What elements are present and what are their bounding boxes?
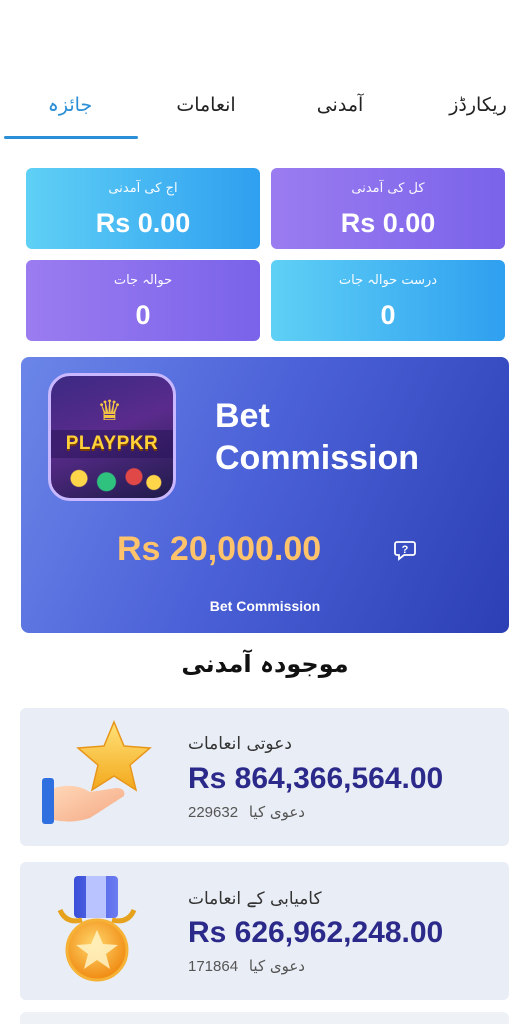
claimed-label: دعوی کیا xyxy=(248,803,305,821)
question-bubble-icon[interactable]: ? xyxy=(393,538,417,562)
banner-amount: Rs 20,000.00 xyxy=(117,530,322,568)
achievement-rewards-title: کامیابی کے انعامات xyxy=(188,889,322,909)
logo-text: PLAYPKR xyxy=(51,430,173,458)
claimed-count: 171864 xyxy=(188,958,239,975)
app-logo: ♛ PLAYPKR xyxy=(48,373,176,501)
svg-text:?: ? xyxy=(402,544,409,556)
invite-rewards-claimed: 229632 دعوی کیا xyxy=(188,803,305,821)
valid-referrals-value: 0 xyxy=(380,300,396,330)
achievement-rewards-claimed: 171864 دعوی کیا xyxy=(188,957,305,975)
today-income-value: Rs 0.00 xyxy=(95,208,191,238)
total-income-label: کل کی آمدنی xyxy=(351,181,425,196)
referrals-card: حوالہ جات 0 xyxy=(26,260,260,341)
achievement-rewards-card[interactable]: کامیابی کے انعامات Rs 626,962,248.00 171… xyxy=(20,862,509,1000)
total-income-value: Rs 0.00 xyxy=(340,208,436,238)
claimed-label: دعوی کیا xyxy=(248,957,305,975)
valid-referrals-card: درست حوالہ جات 0 xyxy=(271,260,505,341)
coins-decoration xyxy=(57,458,167,492)
total-income-card: کل کی آمدنی Rs 0.00 xyxy=(271,168,505,249)
invite-rewards-amount: Rs 864,366,564.00 xyxy=(188,762,444,795)
bet-commission-banner[interactable]: ♛ PLAYPKR Bet Commission Rs 20,000.00 ? … xyxy=(21,357,509,633)
referrals-label: حوالہ جات xyxy=(113,273,173,288)
referrals-value: 0 xyxy=(135,300,151,330)
tab-overview[interactable]: جائزہ xyxy=(30,94,110,116)
achievement-rewards-amount: Rs 626,962,248.00 xyxy=(188,916,444,949)
tab-income[interactable]: آمدنی xyxy=(300,94,380,116)
valid-referrals-label: درست حوالہ جات xyxy=(338,273,438,288)
tab-records[interactable]: ریکارڈز xyxy=(438,94,518,116)
tab-rewards[interactable]: انعامات xyxy=(166,94,246,116)
invite-rewards-card[interactable]: دعوتی انعامات Rs 864,366,564.00 229632 د… xyxy=(20,708,509,846)
banner-subtitle: Bet Commission xyxy=(209,598,321,614)
today-income-label: اج کی آمدنی xyxy=(108,181,178,196)
star-hand-icon xyxy=(42,720,152,824)
tab-bar: ریکارڈز آمدنی انعامات جائزہ xyxy=(0,78,530,140)
next-card-edge xyxy=(20,1012,509,1024)
banner-title: Bet Commission xyxy=(215,397,420,477)
invite-rewards-title: دعوتی انعامات xyxy=(188,734,292,754)
medal-icon xyxy=(57,876,137,982)
crown-icon: ♛ xyxy=(97,394,123,427)
claimed-count: 229632 xyxy=(188,804,239,821)
today-income-card: اج کی آمدنی Rs 0.00 xyxy=(26,168,260,249)
current-income-heading: موجودہ آمدنی xyxy=(181,650,349,678)
active-tab-indicator xyxy=(4,136,138,139)
